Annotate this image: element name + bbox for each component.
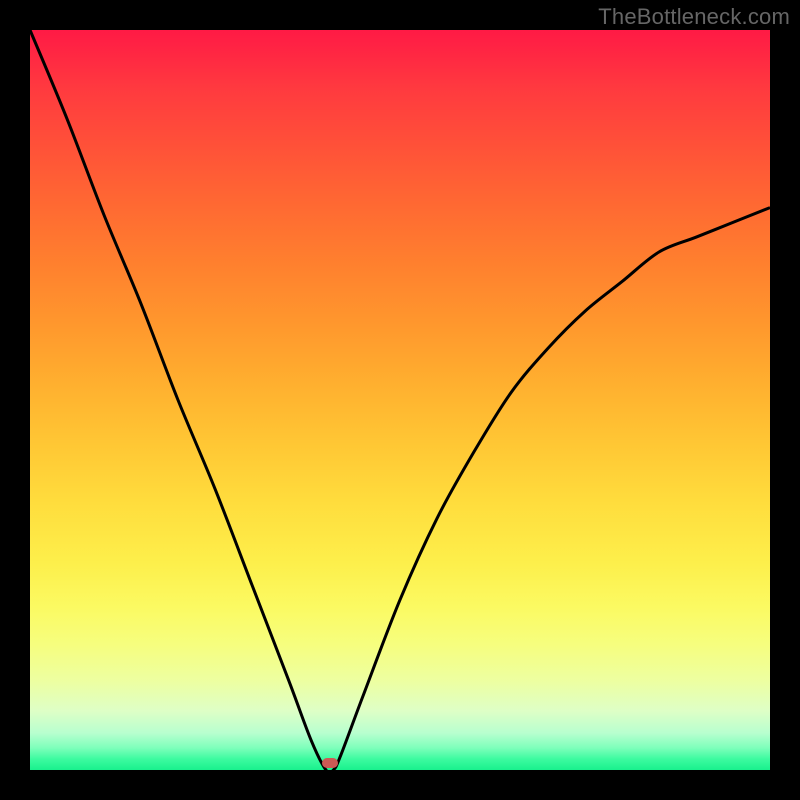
optimal-point-marker	[322, 758, 338, 768]
chart-frame: TheBottleneck.com	[0, 0, 800, 800]
bottleneck-curve	[30, 30, 770, 770]
watermark-text: TheBottleneck.com	[598, 4, 790, 30]
curve-path	[30, 30, 770, 773]
